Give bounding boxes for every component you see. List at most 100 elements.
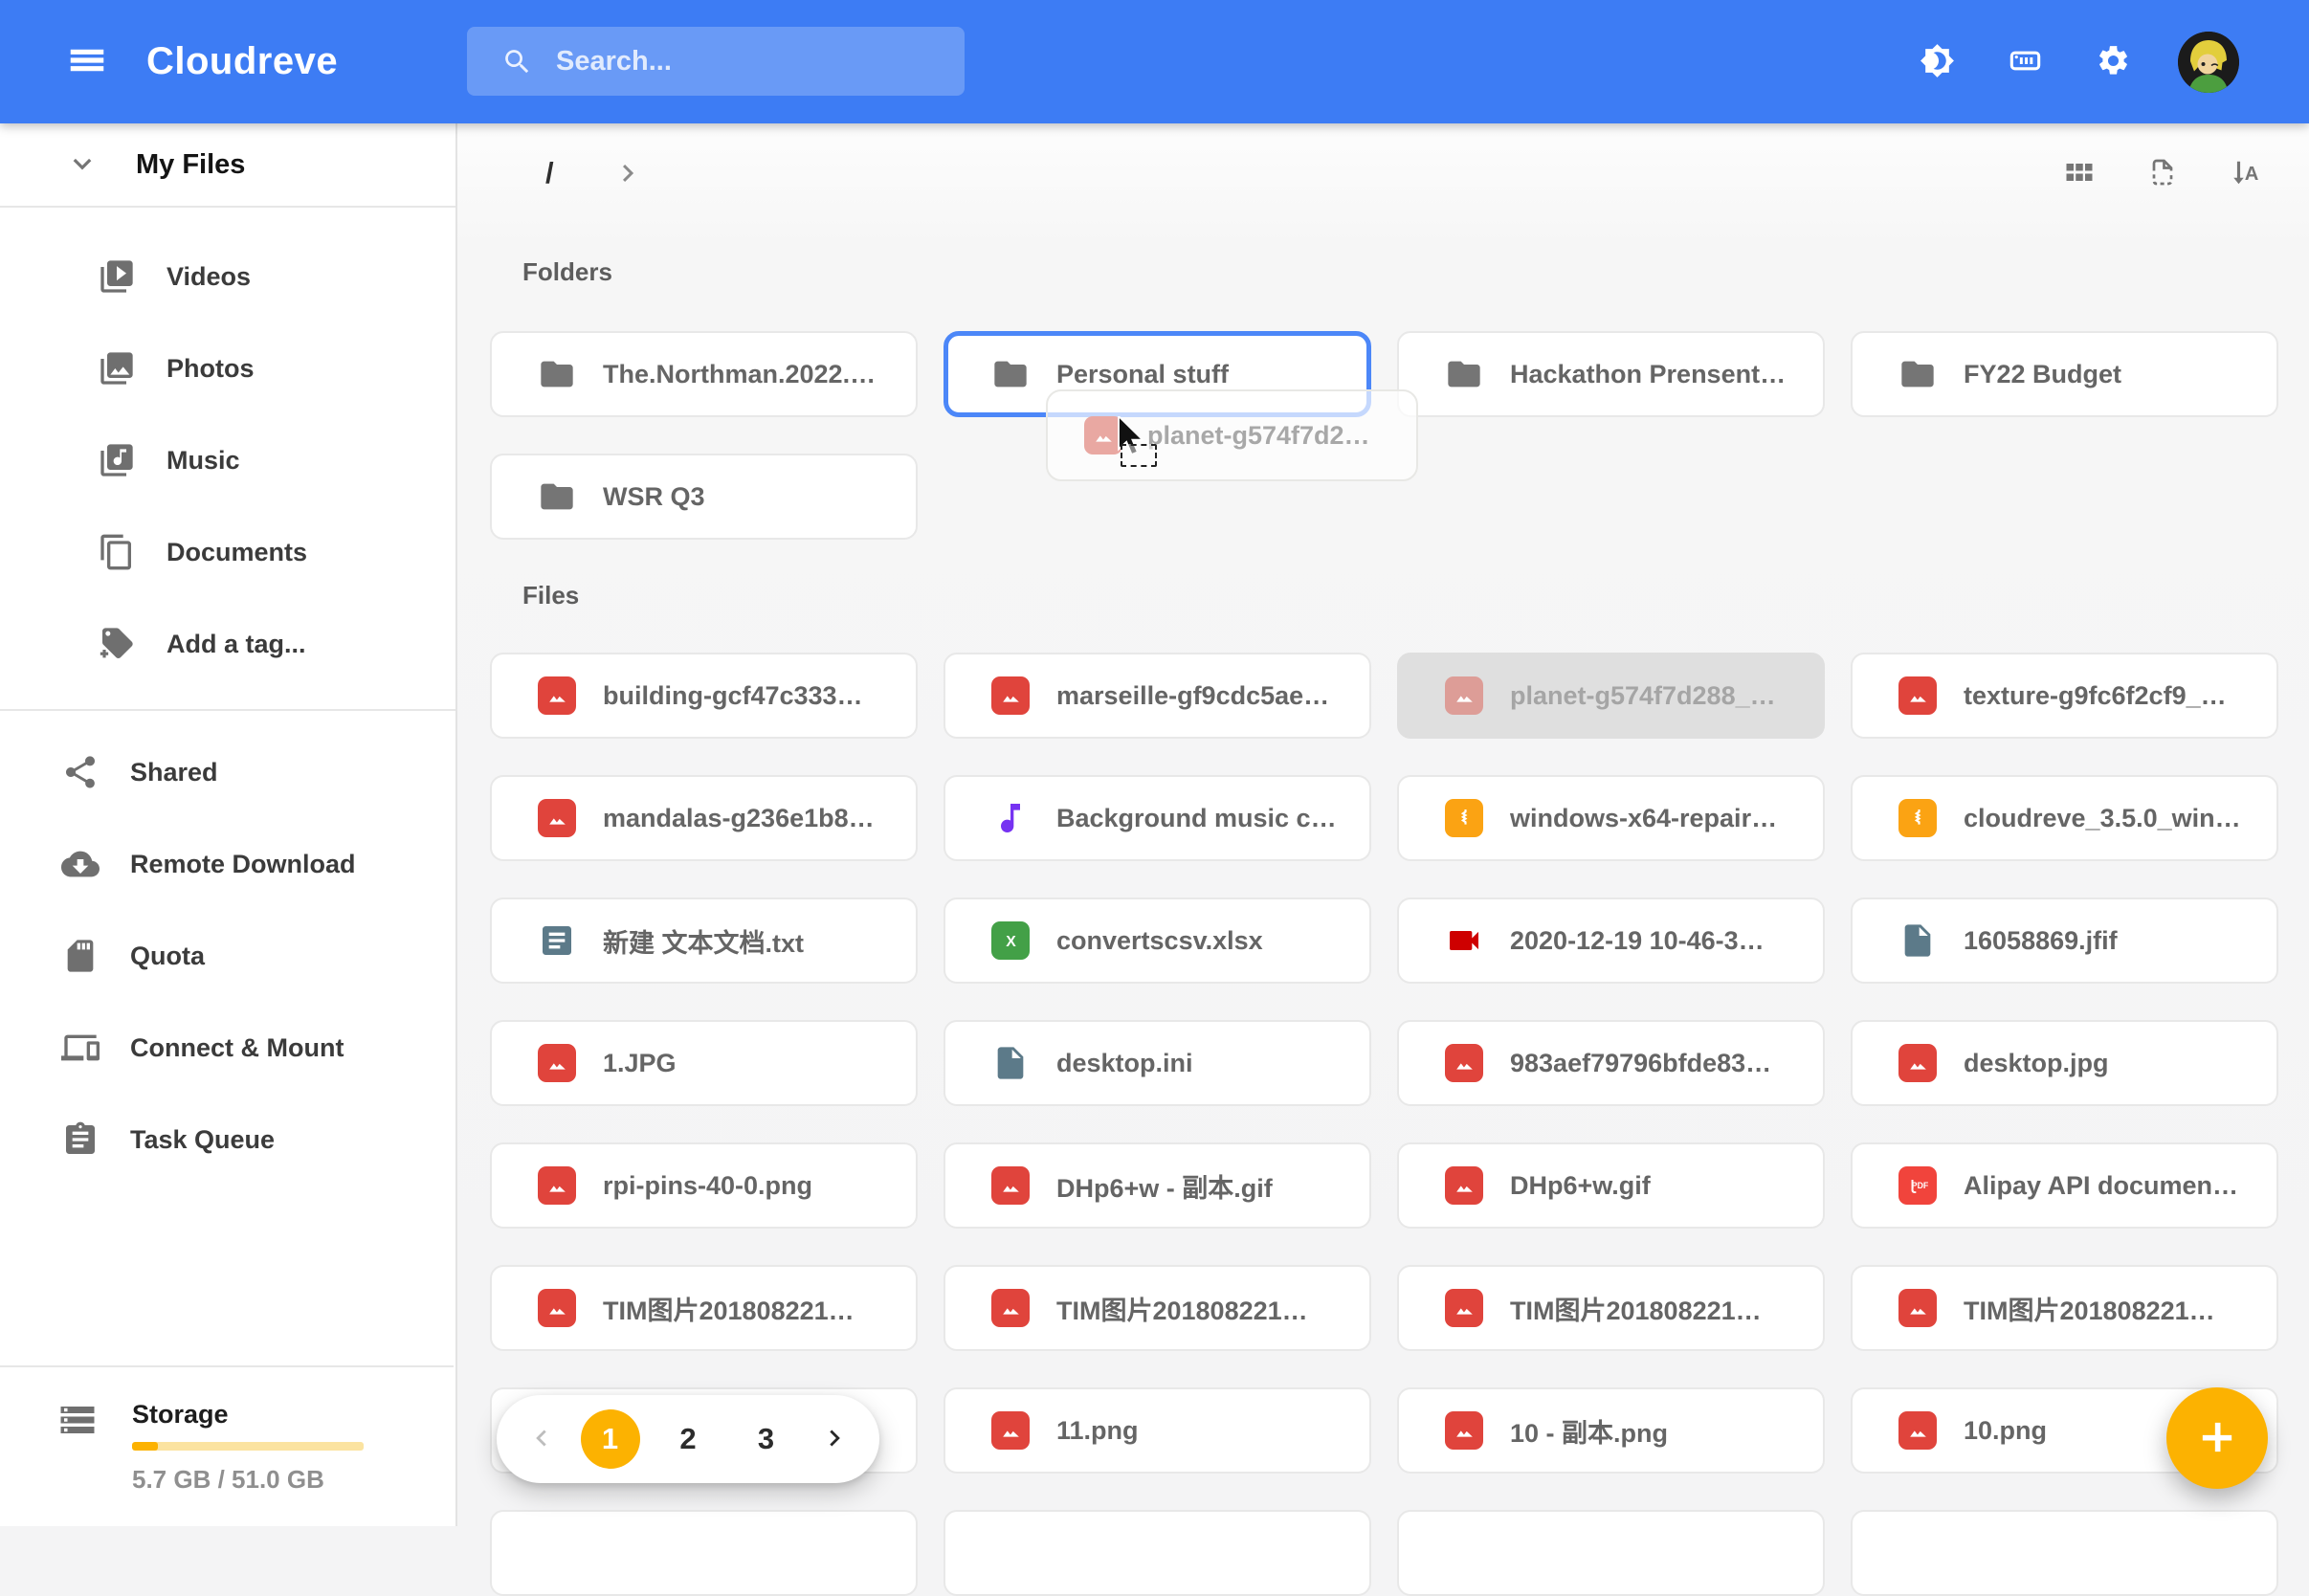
breadcrumb-root[interactable]: / [538,154,562,192]
sidebar-item-label: Remote Download [130,849,356,878]
sidebar-item[interactable]: Add a tag... [0,598,455,690]
plus-icon [2192,1412,2242,1465]
file-card[interactable]: TIM图片201808221… [1397,1265,1825,1351]
file-card[interactable]: TIM图片201808221… [1851,1265,2278,1351]
sidebar-item[interactable]: Quota [0,910,455,1002]
file-name: cloudreve_3.5.0_win… [1964,803,2241,832]
file-card[interactable]: 983aef79796bfde83… [1397,1020,1825,1106]
file-card[interactable]: 1.JPG [490,1020,918,1106]
sidebar-item-label: Shared [130,757,218,787]
file-type-icon [991,1166,1030,1205]
file-card[interactable]: building-gcf47c333… [490,653,918,739]
file-card[interactable] [1851,1510,2278,1596]
sidebar-item-icon [98,441,136,479]
file-name: 2020-12-19 10-46-3… [1510,925,1765,955]
file-type-icon [1898,1289,1937,1327]
my-files-label: My Files [136,148,246,180]
dark-mode-icon [1920,43,1955,81]
next-page-button[interactable] [814,1418,856,1460]
file-card[interactable]: 10 - 副本.png [1397,1387,1825,1474]
file-name: 10.png [1964,1415,2048,1445]
file-type-icon [991,1044,1030,1082]
file-card[interactable]: windows-x64-repair… [1397,775,1825,861]
file-name: 新建 文本文档.txt [603,928,805,958]
file-name: 16058869.jfif [1964,925,2118,955]
page-number-button[interactable]: 2 [658,1409,718,1469]
file-card[interactable] [490,1510,918,1596]
search-bar[interactable]: Search... [467,27,965,96]
file-card[interactable]: 2020-12-19 10-46-3… [1397,898,1825,984]
sidebar-item-label: Music [167,445,240,475]
sidebar-item[interactable]: Remote Download [0,818,455,910]
file-card[interactable]: cloudreve_3.5.0_win… [1851,775,2278,861]
sidebar-item[interactable]: Photos [0,322,455,414]
sidebar-item[interactable]: Shared [0,726,455,818]
file-card[interactable]: mandalas-g236e1b8… [490,775,918,861]
page-number-button[interactable]: 1 [580,1409,640,1469]
add-file-fab[interactable] [2166,1387,2268,1489]
storage-usage-text: 5.7 GB / 51.0 GB [132,1465,324,1494]
file-type-icon [991,1411,1030,1450]
file-card[interactable]: TIM图片201808221… [490,1265,918,1351]
storage-title: Storage [132,1400,229,1429]
collapse-button[interactable] [61,144,103,186]
svg-text:A: A [2245,163,2259,184]
file-card[interactable] [1397,1510,1825,1596]
file-card[interactable]: Background music c… [944,775,1371,861]
svg-text:X: X [1006,934,1016,950]
file-card[interactable]: planet-g574f7d288_… [1397,653,1825,739]
folder-card[interactable]: WSR Q3 [490,454,918,540]
file-card[interactable]: texture-g9fc6f2cf9_… [1851,653,2278,739]
page-number-button[interactable]: 3 [737,1409,796,1469]
nas-devices-button[interactable] [2002,39,2048,85]
sidebar-item[interactable]: Videos [0,231,455,322]
file-type-icon [538,799,576,837]
file-card[interactable]: 16058869.jfif [1851,898,2278,984]
file-card[interactable]: marseille-gf9cdc5ae… [944,653,1371,739]
folder-card[interactable]: Hackathon Prensent… [1397,331,1825,417]
search-placeholder: Search... [556,45,672,77]
sidebar-item[interactable]: Music [0,414,455,506]
file-name: planet-g574f7d288_… [1510,680,1776,710]
folder-card[interactable]: FY22 Budget [1851,331,2278,417]
page-style-button[interactable] [2143,154,2182,192]
file-card[interactable]: rpi-pins-40-0.png [490,1142,918,1229]
avatar[interactable] [2178,31,2239,93]
sidebar-item-icon [61,753,100,791]
file-name: desktop.jpg [1964,1048,2109,1077]
folder-card[interactable]: Personal stuff [944,331,1371,417]
chevron-right-icon [819,1422,852,1457]
sidebar-item[interactable]: Task Queue [0,1094,455,1186]
file-name: TIM图片201808221… [603,1296,855,1325]
file-card[interactable]: DHp6+w - 副本.gif [944,1142,1371,1229]
sidebar-item[interactable]: Connect & Mount [0,1002,455,1094]
file-card[interactable]: PDF Alipay API documen… [1851,1142,2278,1229]
file-name: TIM图片201808221… [1510,1296,1762,1325]
file-card[interactable]: TIM图片201808221… [944,1265,1371,1351]
sidebar-item-my-files[interactable]: My Files [0,123,455,206]
folder-name: Personal stuff [1056,359,1230,388]
file-card[interactable]: DHp6+w.gif [1397,1142,1825,1229]
file-card[interactable]: 11.png [944,1387,1371,1474]
dark-mode-button[interactable] [1914,39,1960,85]
page-style-icon [2145,155,2180,192]
menu-icon [65,38,109,85]
previous-page-button[interactable] [520,1418,562,1460]
folder-card[interactable]: The.Northman.2022.… [490,331,918,417]
file-card[interactable]: X convertscsv.xlsx [944,898,1371,984]
sidebar-item[interactable]: Documents [0,506,455,598]
hamburger-menu-button[interactable] [62,37,112,87]
library-nav: Videos Photos Music Documents Add a tag.… [0,208,455,709]
sort-button[interactable]: A [2227,154,2265,192]
file-card[interactable] [944,1510,1371,1596]
settings-button[interactable] [2090,39,2136,85]
file-type-icon [1898,1044,1937,1082]
file-card[interactable]: desktop.ini [944,1020,1371,1106]
file-type-icon [538,1166,576,1205]
grid-view-button[interactable] [2060,154,2098,192]
file-name: Alipay API documen… [1964,1170,2239,1200]
chevron-left-icon [524,1422,557,1457]
file-card[interactable]: desktop.jpg [1851,1020,2278,1106]
sidebar-item-icon [98,625,136,663]
file-card[interactable]: 新建 文本文档.txt [490,898,918,984]
